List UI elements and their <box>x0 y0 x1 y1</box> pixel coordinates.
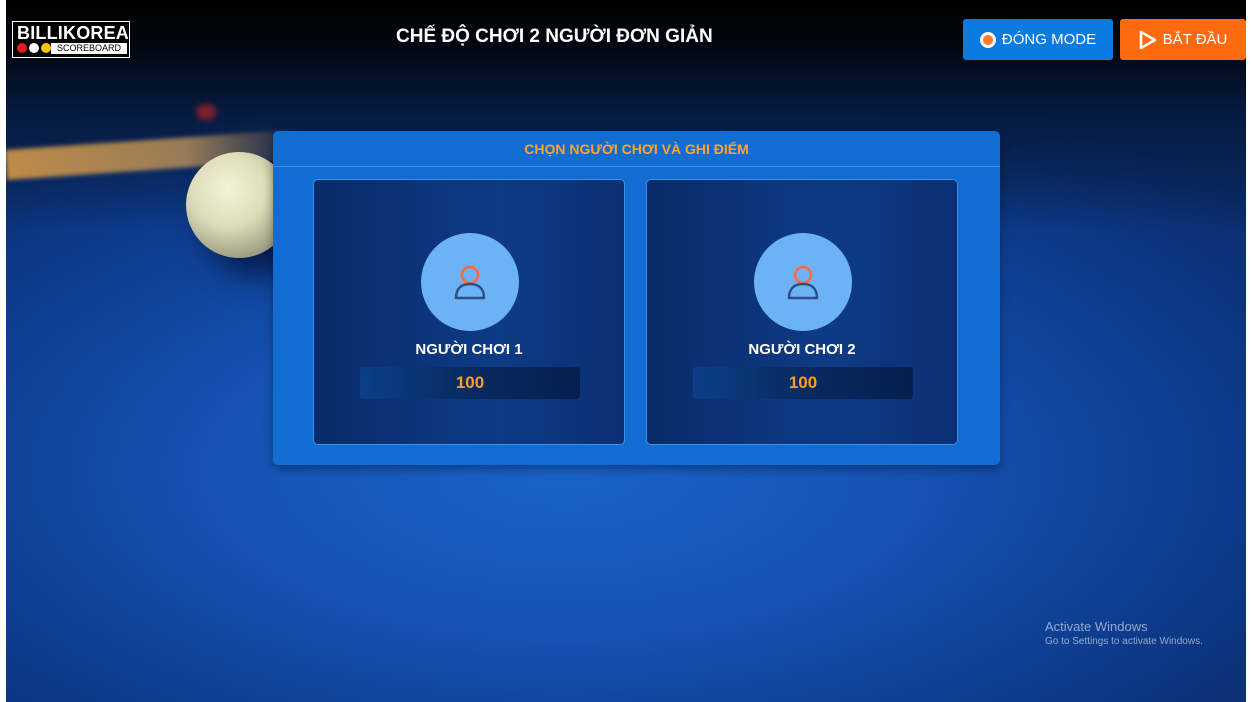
app-screen: BILLIKOREA SCOREBOARD CHẾ ĐỘ CHƠI 2 NGƯỜ… <box>6 0 1246 702</box>
close-mode-button[interactable]: ĐÓNG MODE <box>963 19 1113 60</box>
watermark-subtitle: Go to Settings to activate Windows. <box>1045 636 1203 647</box>
player-select-panel: CHỌN NGƯỜI CHƠI VÀ GHI ĐIỂM NGƯỜI CHƠI 1… <box>273 131 1000 465</box>
start-label: BẮT ĐẦU <box>1162 31 1228 48</box>
start-button[interactable]: BẮT ĐẦU <box>1120 19 1246 60</box>
player-card-1[interactable]: NGƯỜI CHƠI 1 100 <box>313 179 625 445</box>
logo-name: BILLIKOREA <box>17 23 129 43</box>
logo-yellow-dot <box>41 43 51 53</box>
play-icon <box>1139 30 1156 49</box>
player-name: NGƯỜI CHƠI 1 <box>415 341 523 358</box>
player-score[interactable]: 100 <box>360 367 580 399</box>
player-avatar[interactable] <box>421 233 519 331</box>
logo-dots <box>17 43 53 54</box>
user-icon <box>454 265 486 300</box>
user-icon <box>787 265 819 300</box>
player-card-2[interactable]: NGƯỜI CHƠI 2 100 <box>646 179 958 445</box>
player-score[interactable]: 100 <box>693 367 913 399</box>
logo-white-dot <box>29 43 39 53</box>
back-arrow-icon <box>979 31 996 48</box>
page-title: CHẾ ĐỘ CHƠI 2 NGƯỜI ĐƠN GIẢN <box>396 26 713 47</box>
close-mode-label: ĐÓNG MODE <box>1001 31 1097 48</box>
app-logo: BILLIKOREA SCOREBOARD <box>12 21 130 58</box>
logo-subtitle: SCOREBOARD <box>51 43 127 54</box>
background-light <box>196 104 216 120</box>
panel-heading: CHỌN NGƯỜI CHƠI VÀ GHI ĐIỂM <box>273 131 1000 167</box>
watermark-title: Activate Windows <box>1045 619 1148 634</box>
player-avatar[interactable] <box>754 233 852 331</box>
logo-red-dot <box>17 43 27 53</box>
player-name: NGƯỜI CHƠI 2 <box>748 341 856 358</box>
windows-activation-watermark: Activate Windows Go to Settings to activ… <box>1045 619 1203 647</box>
